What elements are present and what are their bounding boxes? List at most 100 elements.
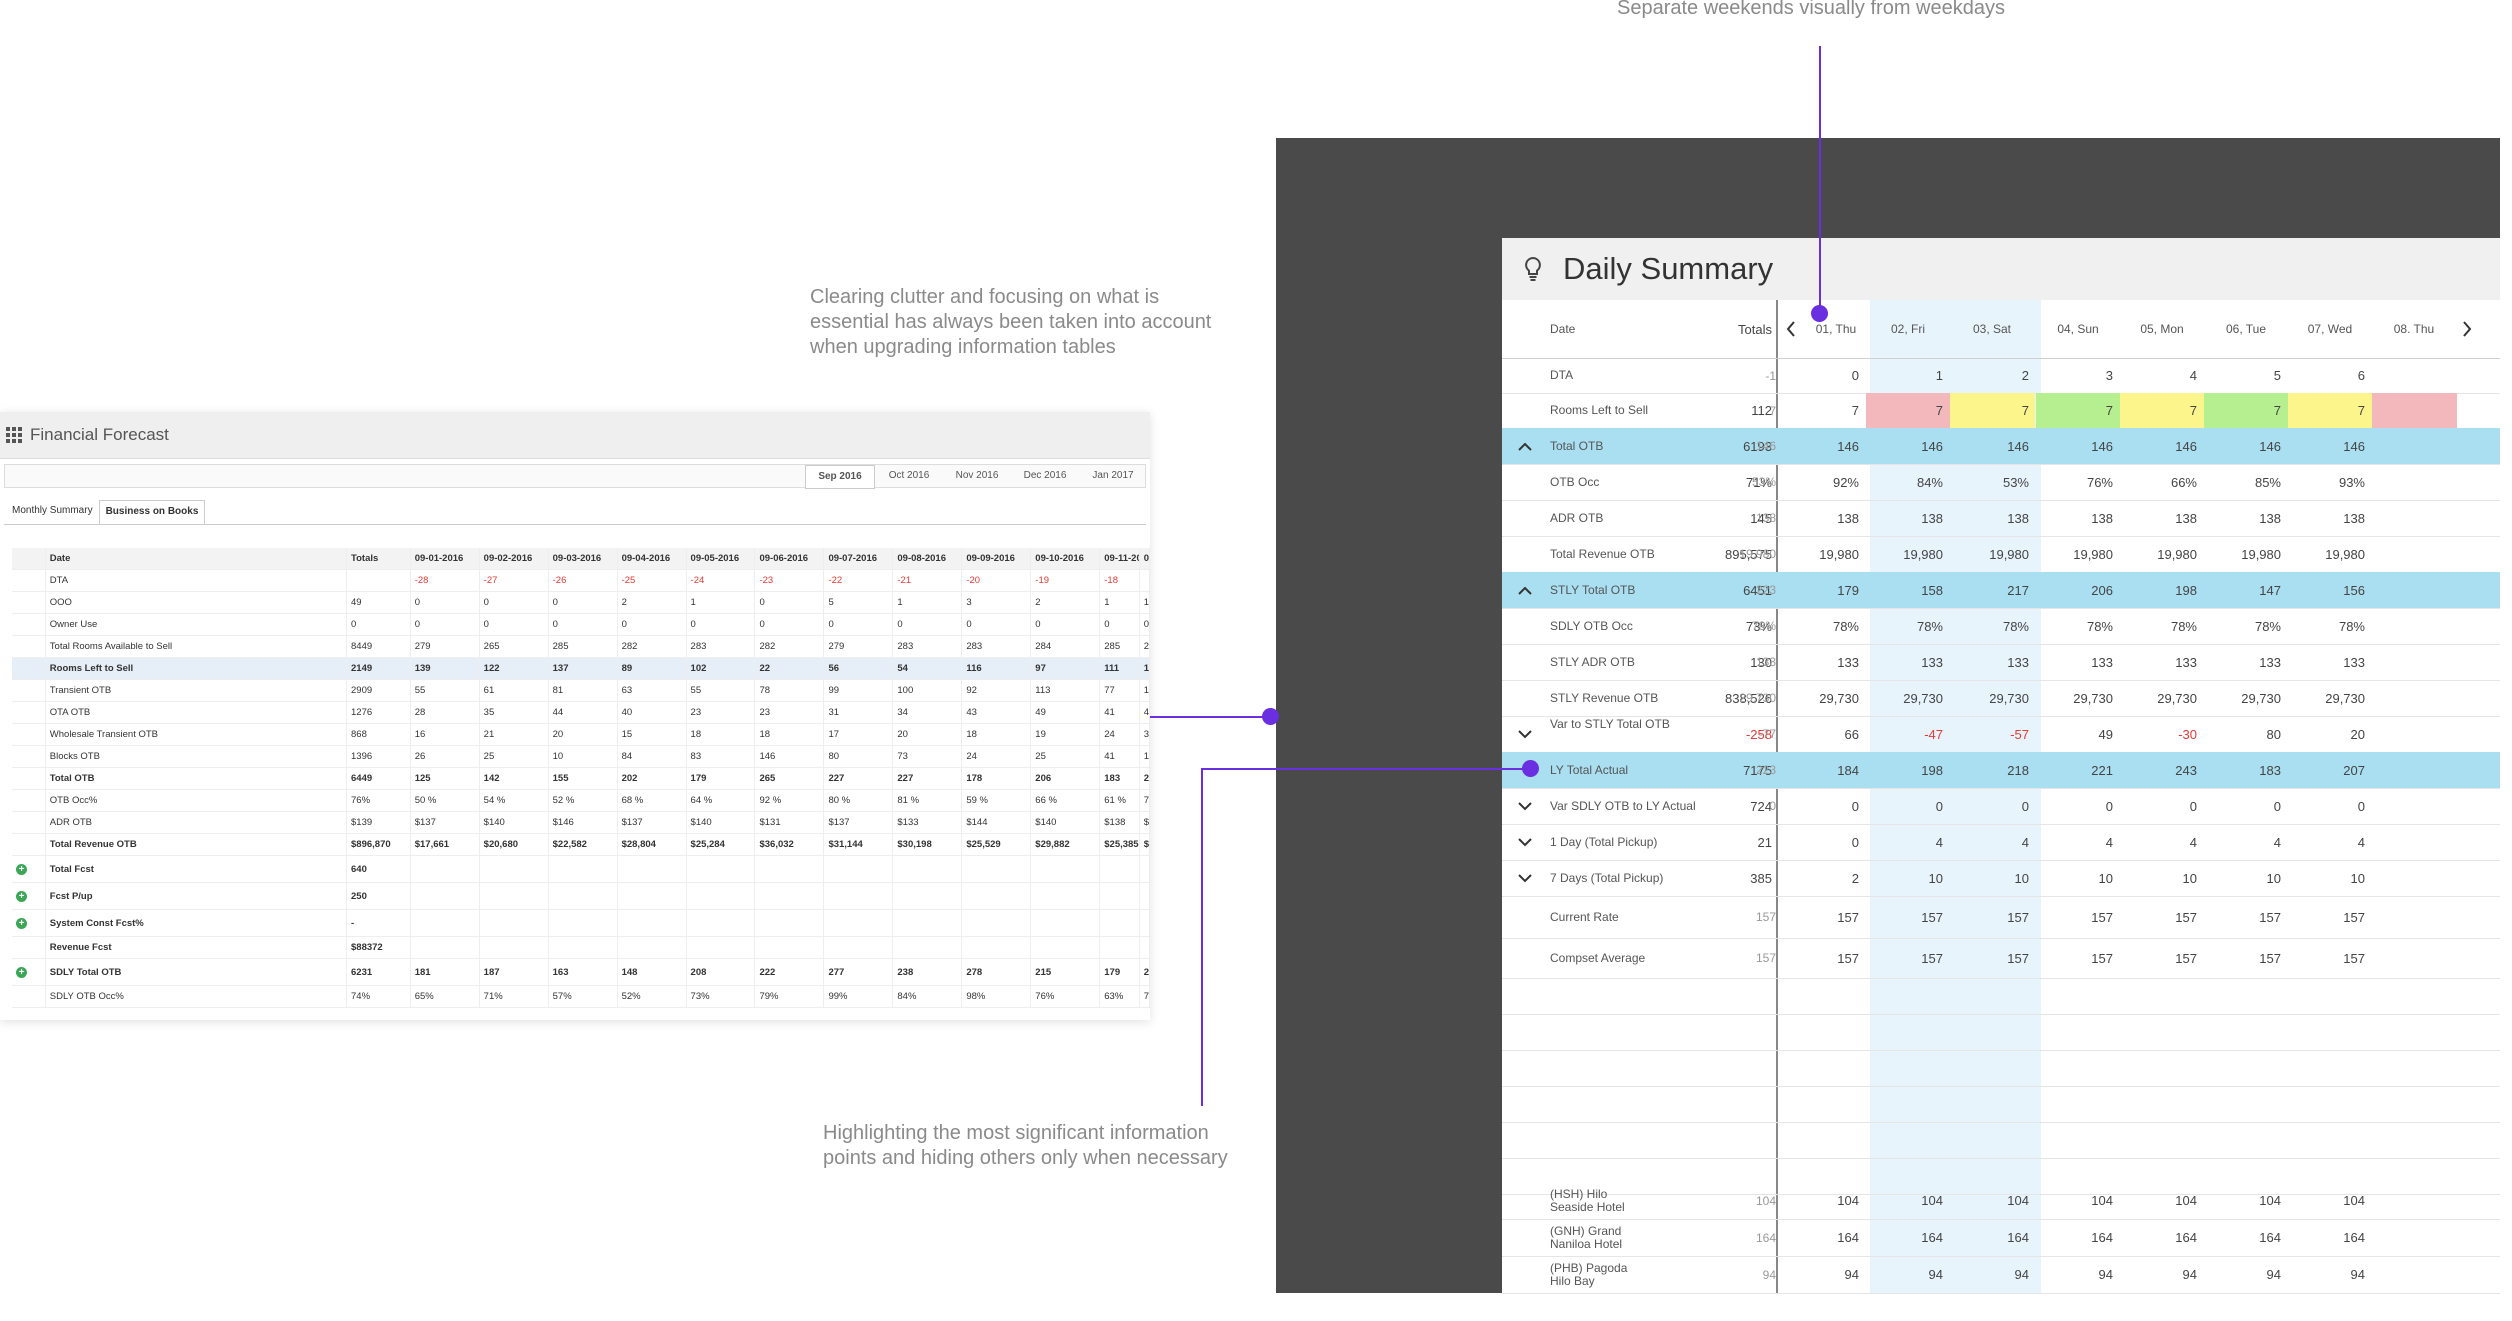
day-value-cell: 164 xyxy=(2091,1230,2113,1245)
day-value-cell: 7 xyxy=(1935,403,1943,418)
connector-line xyxy=(1201,768,1203,1106)
day-value-cell: 7 xyxy=(1851,403,1859,418)
table-cell: 284 xyxy=(1030,635,1101,658)
month-tab[interactable]: Sep 2016 xyxy=(805,465,875,489)
table-cell xyxy=(1099,855,1140,883)
row-label: Total OTB xyxy=(45,767,348,790)
day-value-cell: 94 xyxy=(2014,1267,2029,1282)
table-row: Wholesale Transient OTB 868 16 21 20 15 18 18 17… xyxy=(12,723,1150,746)
tab-business-on-books[interactable]: Business on Books xyxy=(98,500,206,524)
header-day-cell[interactable]: 05, Mon xyxy=(2120,300,2204,358)
table-cell: 23 xyxy=(754,701,825,724)
table-cell xyxy=(12,635,46,658)
table-cell: $144 xyxy=(961,811,1032,834)
table-cell: -26 xyxy=(548,569,618,592)
chevron-down-icon[interactable] xyxy=(1518,788,1532,824)
table-cell xyxy=(1139,909,1150,937)
plus-icon[interactable]: + xyxy=(16,863,27,875)
table-cell: 28 xyxy=(410,701,480,724)
day-value-cell: 19,980 xyxy=(1819,546,1859,562)
table-cell: 92 xyxy=(961,679,1032,702)
table-cell: 1 xyxy=(1139,679,1150,702)
day-value-cell: 10 xyxy=(2098,870,2113,886)
header-day-cell[interactable]: 03, Sat xyxy=(1950,300,2034,358)
header-day-cell[interactable]: 07, Wed xyxy=(2288,300,2372,358)
table-row: + Total Fcst 640 xyxy=(12,855,1150,883)
chevron-up-icon[interactable] xyxy=(1518,428,1532,464)
header-day-cell[interactable]: 06, Tue xyxy=(2204,300,2288,358)
row-total: 250 xyxy=(346,882,411,910)
table-cell: 137 xyxy=(548,657,618,680)
table-cell xyxy=(1139,936,1150,959)
table-cell: 99 xyxy=(823,679,894,702)
month-tab[interactable]: Dec 2016 xyxy=(1011,465,1079,487)
annotation-weekends: Separate weekends visually from weekdays xyxy=(1617,0,2005,19)
header-day-cell[interactable]: 02, Fri xyxy=(1866,300,1950,358)
table-cell xyxy=(12,789,46,812)
chevron-up-icon[interactable] xyxy=(1518,572,1532,608)
table-row: SDLY OTB Occ% 74% 65% 71% 57% 52% 73% 79% 99% 84%… xyxy=(12,985,1150,1008)
table-row: OTB Occ% 76% 50 % 54 % 52 % 68 % 64 % 92 % 80 % 8… xyxy=(12,789,1150,812)
connector-line xyxy=(1201,768,1529,770)
day-value-cell: 7 xyxy=(2189,403,2197,418)
chevron-down-icon[interactable] xyxy=(1518,716,1532,752)
table-cell: 278 xyxy=(961,958,1032,986)
hotel-label: (HSH) Hilo Seaside Hotel xyxy=(1550,1186,1625,1214)
status-fill xyxy=(2372,393,2457,428)
day-value-cell: 49 xyxy=(2098,726,2113,742)
plus-icon[interactable]: + xyxy=(16,890,27,902)
table-header-cell: 09-04-2016 xyxy=(617,548,687,570)
tab-monthly-summary[interactable]: Monthly Summary xyxy=(6,500,99,524)
table-cell: 16 xyxy=(410,723,480,746)
day-value-cell: 138 xyxy=(1837,510,1859,526)
day-value-cell: 4 xyxy=(1935,834,1943,850)
table-cell: 227 xyxy=(823,767,894,790)
month-tab[interactable]: Nov 2016 xyxy=(943,465,1011,487)
chevron-down-icon[interactable] xyxy=(1518,860,1532,896)
table-cell xyxy=(892,855,963,883)
day-value-cell: 164 xyxy=(1837,1230,1859,1245)
table-cell: $137 xyxy=(410,811,480,834)
header-day-cell[interactable]: 08. Thu xyxy=(2372,300,2456,358)
day-value-cell: 94 xyxy=(1928,1267,1943,1282)
day-value-cell: 20 xyxy=(2350,726,2365,742)
table-cell: + xyxy=(12,958,46,986)
day-value-cell: 0 xyxy=(1851,368,1859,383)
chevron-right-icon[interactable] xyxy=(2462,300,2472,358)
day-value-cell: 78% xyxy=(1916,618,1943,634)
table-cell: 24 xyxy=(961,745,1032,768)
day-value-cell: 0 xyxy=(2105,798,2113,814)
plus-icon[interactable]: + xyxy=(16,917,27,929)
plus-icon[interactable]: + xyxy=(16,966,27,978)
table-row: + System Const Fcst% - xyxy=(12,909,1150,937)
month-tab[interactable]: Oct 2016 xyxy=(875,465,943,487)
table-cell: 84% xyxy=(892,985,963,1008)
table-cell: 0 xyxy=(754,613,825,636)
table-cell xyxy=(479,909,549,937)
day-value-cell: 0 xyxy=(1935,798,1943,814)
table-cell: -23 xyxy=(754,569,825,592)
table-cell: $25,284 xyxy=(686,833,756,856)
table-cell xyxy=(12,591,46,614)
table-cell: 55 xyxy=(686,679,756,702)
chevron-down-icon[interactable] xyxy=(1518,824,1532,860)
month-selector: Sep 2016 Oct 2016 Nov 2016 Dec 2016 Jan … xyxy=(4,464,1147,489)
day-value-cell: 10 xyxy=(2266,870,2281,886)
table-cell: 24 xyxy=(1099,723,1140,746)
table-cell: 10 xyxy=(548,745,618,768)
day-value-cell: 157 xyxy=(2175,950,2197,966)
header-day-cell[interactable]: 04, Sun xyxy=(2036,300,2120,358)
month-tab[interactable]: Jan 2017 xyxy=(1079,465,1147,487)
table-cell: 178 xyxy=(961,767,1032,790)
table-cell: 63% xyxy=(1099,985,1140,1008)
table-cell: 282 xyxy=(754,635,825,658)
table-cell: 59 % xyxy=(961,789,1032,812)
table-cell xyxy=(548,909,618,937)
table-cell: $22,582 xyxy=(548,833,618,856)
table-cell: 54 xyxy=(892,657,963,680)
summary-row: STLY Total OTB 6451 223 179 158 217 206 198 147 1… xyxy=(1502,572,2500,609)
financial-forecast-header: Financial Forecast xyxy=(0,412,1150,459)
last-year-cell: 138 xyxy=(1755,511,1776,525)
financial-forecast-table: Date Totals 09-01-2016 09-02-2016 09-03-2016… xyxy=(12,548,1150,1008)
table-row: Owner Use 0 0 0 0 0 0 0 0 0 0 0 0 0 xyxy=(12,613,1150,636)
